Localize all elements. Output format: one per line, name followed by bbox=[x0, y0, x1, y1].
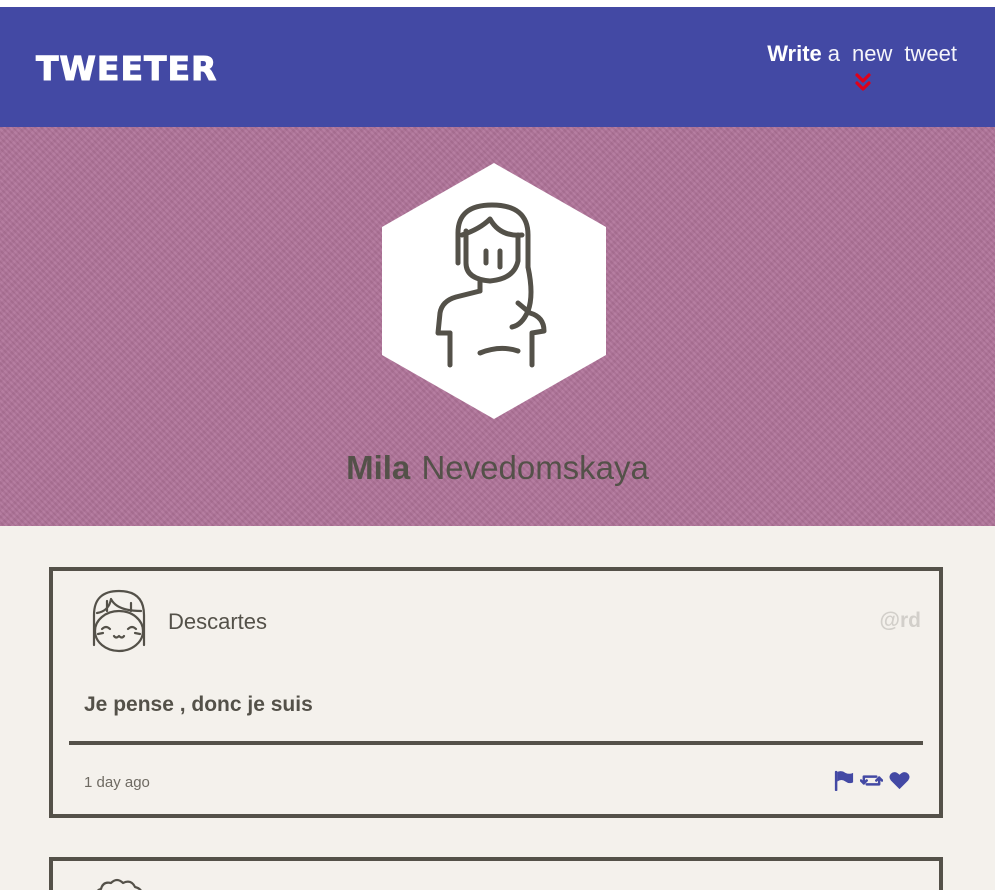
tweet-divider bbox=[69, 741, 923, 745]
double-chevron-down-icon[interactable] bbox=[855, 73, 871, 93]
retweet-icon[interactable] bbox=[860, 769, 883, 792]
profile-last-name: Nevedomskaya bbox=[421, 449, 649, 486]
heart-icon[interactable] bbox=[888, 769, 911, 792]
app-logo[interactable]: TWEETER bbox=[35, 49, 217, 89]
top-edge bbox=[0, 0, 995, 7]
tweet-text: Je pense , donc je suis bbox=[84, 693, 313, 716]
tweet-author-name[interactable]: Descartes bbox=[168, 609, 267, 635]
flag-icon[interactable] bbox=[832, 769, 855, 792]
tweet-timestamp: 1 day ago bbox=[84, 774, 150, 791]
tweet-actions bbox=[832, 769, 911, 792]
girl-avatar-icon bbox=[92, 589, 146, 653]
compose-word-tweet: tweet bbox=[904, 41, 957, 66]
curly-hair-avatar-icon bbox=[96, 878, 142, 890]
compose-word-new: new bbox=[852, 41, 893, 66]
profile-name: Mila Nevedomskaya bbox=[0, 449, 995, 487]
profile-first-name: Mila bbox=[346, 449, 411, 486]
compose-toggle[interactable]: Write a new tweet bbox=[767, 41, 957, 67]
navbar: TWEETER Write a new tweet bbox=[0, 7, 995, 127]
tweet-author-handle[interactable]: @rd bbox=[880, 609, 921, 633]
profile-avatar bbox=[382, 163, 606, 419]
profile-banner: Mila Nevedomskaya bbox=[0, 127, 995, 526]
tweet-card bbox=[49, 857, 943, 890]
compose-word-a: a bbox=[827, 41, 841, 66]
tweet-card: Descartes @rd Je pense , donc je suis 1 … bbox=[49, 567, 943, 818]
compose-word-write: Write bbox=[767, 41, 822, 66]
